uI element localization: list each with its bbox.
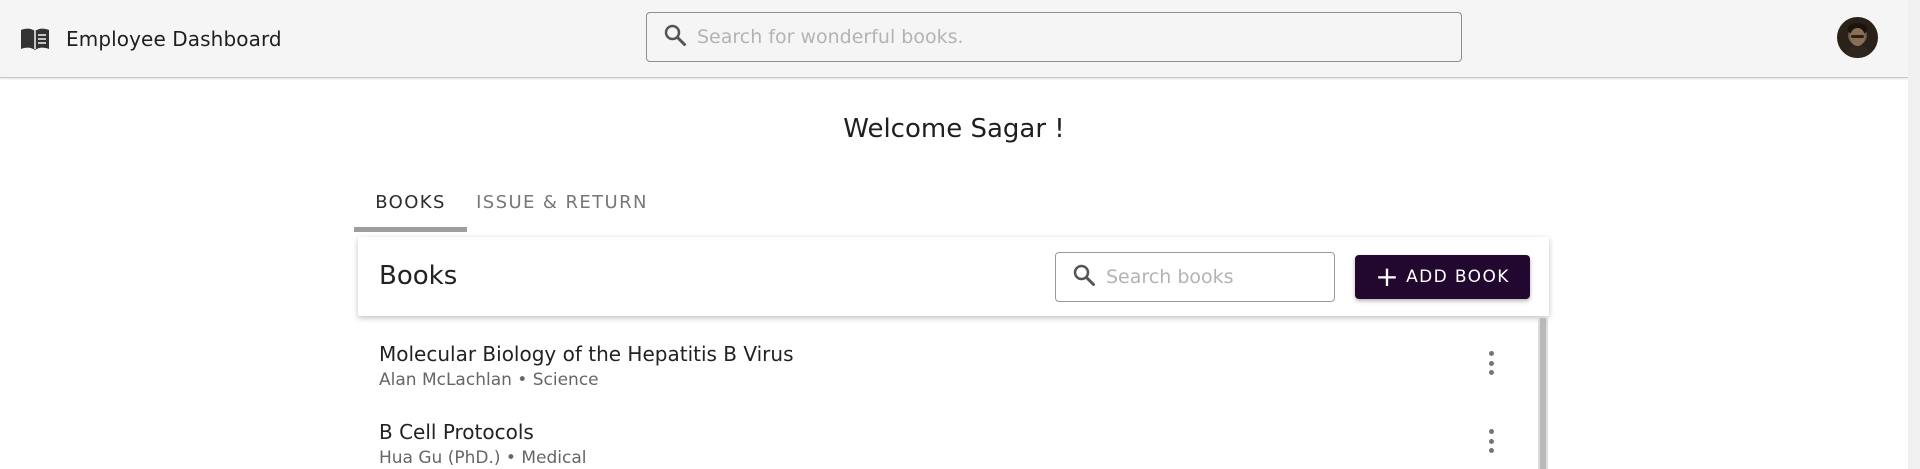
book-meta: Alan McLachlan • Science: [379, 370, 599, 390]
list-scrollbar-thumb[interactable]: [1540, 318, 1546, 469]
add-book-button[interactable]: + ADD BOOK: [1355, 255, 1530, 299]
more-options-icon[interactable]: [1479, 426, 1503, 456]
menu-book-icon: [20, 27, 50, 51]
books-list: Molecular Biology of the Hepatitis B Vir…: [358, 318, 1538, 469]
app-bar: Employee Dashboard: [0, 0, 1908, 78]
books-search-box[interactable]: [1055, 252, 1335, 302]
book-title: Molecular Biology of the Hepatitis B Vir…: [379, 342, 794, 366]
book-meta: Hua Gu (PhD.) • Medical: [379, 448, 587, 468]
list-item[interactable]: Molecular Biology of the Hepatitis B Vir…: [358, 318, 1538, 396]
app-title: Employee Dashboard: [66, 27, 282, 51]
books-card-header: Books + ADD BOOK: [358, 237, 1549, 316]
global-search-input[interactable]: [697, 26, 1461, 48]
brand: Employee Dashboard: [20, 25, 282, 53]
book-title: B Cell Protocols: [379, 420, 534, 444]
list-item[interactable]: B Cell Protocols Hua Gu (PhD.) • Medical: [358, 396, 1538, 469]
books-card-title: Books: [379, 261, 458, 291]
user-avatar[interactable]: [1837, 17, 1878, 58]
page-scrollbar[interactable]: [1908, 0, 1920, 469]
global-search-box[interactable]: [646, 12, 1462, 62]
tab-issue-return[interactable]: ISSUE & RETURN: [467, 186, 657, 232]
books-search-input[interactable]: [1106, 266, 1334, 288]
more-options-icon[interactable]: [1479, 348, 1503, 378]
search-icon: [663, 23, 687, 51]
search-icon: [1072, 263, 1096, 291]
add-book-label: ADD BOOK: [1406, 267, 1510, 287]
tab-books[interactable]: BOOKS: [354, 186, 467, 232]
tab-bar: BOOKS ISSUE & RETURN: [354, 186, 657, 232]
welcome-message: Welcome Sagar !: [843, 114, 1065, 144]
list-scrollbar[interactable]: [1538, 318, 1548, 469]
plus-icon: +: [1375, 260, 1401, 293]
